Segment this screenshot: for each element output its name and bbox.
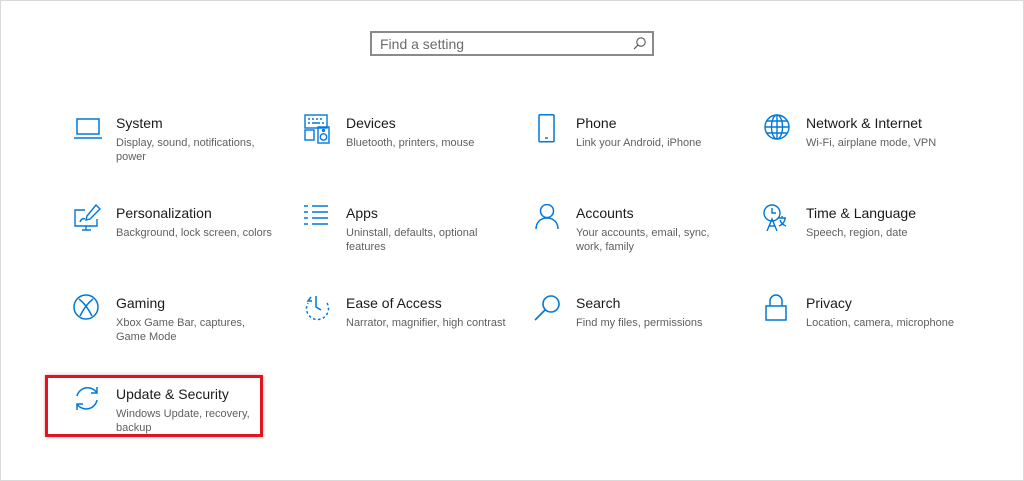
tile-title: Personalization bbox=[116, 205, 212, 221]
person-icon bbox=[533, 204, 563, 234]
globe-icon bbox=[763, 114, 793, 144]
tile-title: Privacy bbox=[806, 295, 852, 311]
tile-search[interactable]: Search Find my files, permissions bbox=[533, 294, 743, 364]
tile-title: Phone bbox=[576, 115, 617, 131]
tile-ease-of-access[interactable]: Ease of Access Narrator, magnifier, high… bbox=[303, 294, 513, 364]
search-input[interactable] bbox=[372, 33, 630, 54]
search-icon[interactable] bbox=[631, 35, 648, 52]
laptop-icon bbox=[73, 114, 103, 144]
paintbrush-monitor-icon bbox=[73, 204, 103, 234]
tile-personalization[interactable]: Personalization Background, lock screen,… bbox=[73, 204, 283, 274]
keyboard-speaker-icon bbox=[303, 114, 333, 144]
tile-description: Location, camera, microphone bbox=[806, 317, 954, 329]
tile-description: Uninstall, defaults, optional features bbox=[346, 227, 478, 253]
xbox-icon bbox=[73, 294, 103, 324]
tile-title: Time & Language bbox=[806, 205, 916, 221]
tile-description: Wi-Fi, airplane mode, VPN bbox=[806, 137, 937, 149]
tile-network-internet[interactable]: Network & Internet Wi-Fi, airplane mode,… bbox=[763, 114, 973, 184]
list-icon bbox=[303, 204, 333, 234]
lock-icon bbox=[763, 294, 793, 324]
time-language-icon bbox=[763, 204, 793, 234]
tile-title: System bbox=[116, 115, 163, 131]
tile-description: Background, lock screen, colors bbox=[116, 227, 272, 239]
tile-title: Search bbox=[576, 295, 621, 311]
tile-devices[interactable]: Devices Bluetooth, printers, mouse bbox=[303, 114, 513, 184]
tile-time-language[interactable]: Time & Language Speech, region, date bbox=[763, 204, 973, 274]
tile-title: Apps bbox=[346, 205, 378, 221]
tile-phone[interactable]: Phone Link your Android, iPhone bbox=[533, 114, 743, 184]
magnifier-icon bbox=[533, 294, 563, 324]
tile-title: Devices bbox=[346, 115, 396, 131]
highlight-box bbox=[45, 375, 263, 437]
tile-description: Narrator, magnifier, high contrast bbox=[346, 317, 506, 329]
tile-description: Bluetooth, printers, mouse bbox=[346, 137, 475, 149]
tile-gaming[interactable]: Gaming Xbox Game Bar, captures, Game Mod… bbox=[73, 294, 283, 364]
tile-description: Your accounts, email, sync, work, family bbox=[576, 227, 710, 253]
tile-title: Network & Internet bbox=[806, 115, 922, 131]
tile-description: Speech, region, date bbox=[806, 227, 908, 239]
tile-accounts[interactable]: Accounts Your accounts, email, sync, wor… bbox=[533, 204, 743, 274]
tile-title: Gaming bbox=[116, 295, 166, 311]
tile-title: Ease of Access bbox=[346, 295, 442, 311]
tile-apps[interactable]: Apps Uninstall, defaults, optional featu… bbox=[303, 204, 513, 274]
phone-icon bbox=[533, 114, 563, 144]
tile-description: Find my files, permissions bbox=[576, 317, 703, 329]
tile-system[interactable]: System Display, sound, notifications, po… bbox=[73, 114, 283, 184]
tile-description: Link your Android, iPhone bbox=[576, 137, 702, 149]
tile-privacy[interactable]: Privacy Location, camera, microphone bbox=[763, 294, 973, 364]
ease-of-access-icon bbox=[303, 294, 333, 324]
settings-home: System Display, sound, notifications, po… bbox=[0, 0, 1024, 481]
tile-description: Display, sound, notifications, power bbox=[116, 137, 255, 163]
tile-title: Accounts bbox=[576, 205, 634, 221]
tile-description: Xbox Game Bar, captures, Game Mode bbox=[116, 317, 246, 343]
search-box[interactable] bbox=[370, 31, 654, 56]
